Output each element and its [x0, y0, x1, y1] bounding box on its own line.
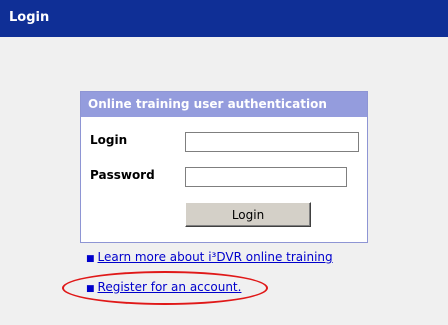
login-button[interactable]: Login — [185, 202, 311, 227]
list-item: ■ Learn more about i³DVR online training — [86, 247, 426, 267]
title-bar: Login — [0, 0, 448, 37]
login-label: Login — [90, 133, 128, 147]
highlight-ellipse — [62, 271, 268, 305]
password-label: Password — [90, 168, 155, 182]
learn-more-link[interactable]: Learn more about i³DVR online training — [98, 250, 333, 264]
login-input[interactable] — [185, 132, 359, 152]
window-title: Login — [9, 10, 50, 25]
bullet-icon: ■ — [86, 254, 95, 264]
password-input[interactable] — [185, 167, 347, 187]
auth-panel-header: Online training user authentication — [81, 92, 367, 117]
auth-panel: Online training user authentication Logi… — [80, 91, 368, 243]
